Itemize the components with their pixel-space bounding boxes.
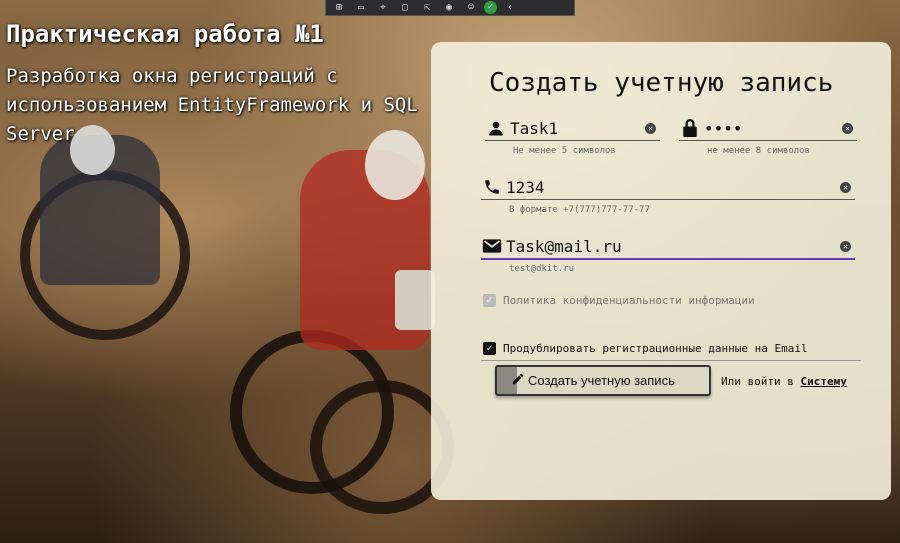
phone-hint: В формате +7(777)777-77-77 <box>509 205 650 215</box>
password-input[interactable]: •••• <box>701 119 842 138</box>
registration-card: Создать учетную запись Task1 ✕ Не менее … <box>431 42 891 500</box>
debug-toolbar: ⊞ ▭ ⌖ ▢ ⇱ ◉ ☺ ✓ ‹ <box>325 0 575 16</box>
create-account-button[interactable]: Создать учетную запись <box>495 365 711 396</box>
phone-field[interactable]: 1234 ✕ <box>481 175 855 200</box>
privacy-checkbox: ✓ <box>483 294 496 307</box>
duplicate-checkbox-row[interactable]: ✓ Продублировать регистрационные данные … <box>483 342 808 355</box>
login-prompt-text: Или войти в <box>721 375 794 388</box>
duplicate-checkbox[interactable]: ✓ <box>483 342 496 355</box>
clear-icon[interactable]: ✕ <box>840 181 851 193</box>
privacy-checkbox-row: ✓ Политика конфиденциальности информации <box>483 294 755 307</box>
email-input[interactable]: Task@mail.ru <box>503 237 840 256</box>
page-title: Практическая работа №1 <box>6 20 324 48</box>
login-input[interactable]: Task1 <box>507 119 645 138</box>
duplicate-label: Продублировать регистрационные данные на… <box>503 342 808 355</box>
phone-icon <box>481 176 503 198</box>
page-subtitle: Разработка окна регистраций с использова… <box>6 65 418 145</box>
accessibility-icon[interactable]: ☺ <box>462 0 480 16</box>
create-account-label: Создать учетную запись <box>528 373 675 388</box>
mail-icon <box>481 235 503 257</box>
layout-adorner-icon[interactable]: ▢ <box>396 0 414 16</box>
form-title: Создать учетную запись <box>489 68 834 98</box>
person-icon <box>485 117 507 139</box>
email-hint: test@dkit.ru <box>509 264 575 274</box>
login-link[interactable]: Систему <box>800 375 846 388</box>
login-hint: Не менее 5 символов <box>513 146 616 156</box>
pointer-icon[interactable]: ⌖ <box>374 0 392 16</box>
collapse-icon[interactable]: ‹ <box>501 0 519 16</box>
login-field[interactable]: Task1 ✕ <box>485 116 660 141</box>
privacy-label: Политика конфиденциальности информации <box>503 294 755 307</box>
track-focus-icon[interactable]: ⇱ <box>418 0 436 16</box>
clear-icon[interactable]: ✕ <box>840 240 851 252</box>
clear-icon[interactable]: ✕ <box>645 122 656 134</box>
login-prompt: Или войти в Систему <box>721 375 847 388</box>
phone-input[interactable]: 1234 <box>503 178 840 197</box>
hot-reload-icon[interactable]: ◉ <box>440 0 458 16</box>
divider <box>481 360 861 361</box>
pencil-icon <box>511 372 525 389</box>
clear-icon[interactable]: ✕ <box>842 122 853 134</box>
email-field[interactable]: Task@mail.ru ✕ <box>481 234 855 260</box>
number-plate-shape <box>395 270 435 330</box>
check-status-icon[interactable]: ✓ <box>484 1 497 14</box>
lock-icon <box>679 117 701 139</box>
live-visual-tree-icon[interactable]: ▭ <box>352 0 370 16</box>
select-element-icon[interactable]: ⊞ <box>330 0 348 16</box>
password-hint: не менее 8 символов <box>707 146 810 156</box>
password-field[interactable]: •••• ✕ <box>679 116 857 141</box>
